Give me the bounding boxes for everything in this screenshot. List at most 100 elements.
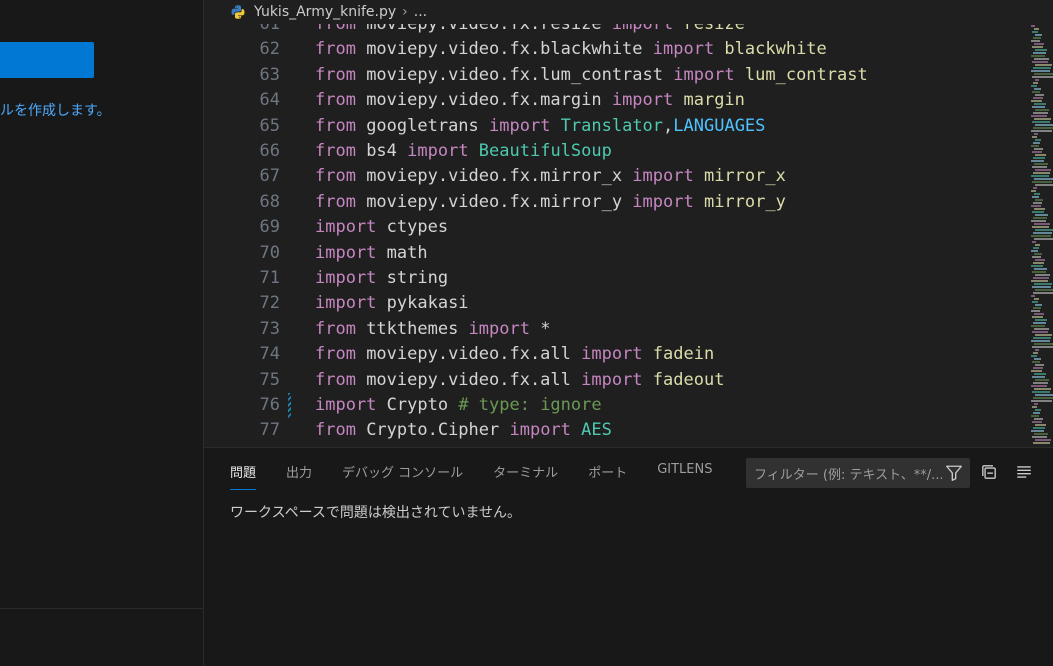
minimap-line <box>1033 277 1049 279</box>
minimap-line <box>1034 163 1048 165</box>
minimap-line <box>1033 52 1046 54</box>
breadcrumb-more[interactable]: ... <box>414 4 427 20</box>
minimap-line <box>1034 253 1042 255</box>
minimap-line <box>1033 127 1053 129</box>
sidebar-primary-button[interactable] <box>0 42 94 78</box>
code-text: from moviepy.video.fx.lum_contrast impor… <box>315 63 868 88</box>
problems-empty-message: ワークスペースで問題は検出されていません。 <box>230 505 522 521</box>
code-line[interactable]: 70 import math <box>204 241 1024 266</box>
minimap-line <box>1032 211 1044 213</box>
minimap-line <box>1032 91 1040 93</box>
code-editor[interactable]: 61 from moviepy.video.fx.resize import re… <box>204 24 1053 447</box>
code-token: moviepy.video.fx.resize <box>355 24 612 34</box>
code-line[interactable]: 64 from moviepy.video.fx.margin import ma… <box>204 88 1024 113</box>
code-token: import <box>581 344 643 365</box>
panel-tab[interactable]: デバッグ コンソール <box>342 462 463 490</box>
code-line[interactable]: 73 from ttkthemes import * <box>204 317 1024 342</box>
code-token: * <box>529 318 551 339</box>
code-token: from <box>315 369 356 390</box>
code-line[interactable]: 68 from moviepy.video.fx.mirror_y import … <box>204 190 1024 215</box>
code-line[interactable]: 62 from moviepy.video.fx.blackwhite impor… <box>204 37 1024 62</box>
code-token: pykakasi <box>376 293 469 314</box>
minimap-line <box>1033 247 1039 249</box>
minimap-line <box>1034 88 1041 90</box>
code-token: bs4 <box>355 141 408 161</box>
code-token: import <box>315 395 377 415</box>
code-token: fadein <box>642 344 715 365</box>
minimap-line <box>1034 298 1039 300</box>
minimap[interactable] <box>1031 24 1053 447</box>
minimap-line <box>1032 31 1038 33</box>
minimap-line <box>1034 118 1051 120</box>
code-line[interactable]: 72 import pykakasi <box>204 291 1024 316</box>
code-line[interactable]: 63 from moviepy.video.fx.lum_contrast imp… <box>204 63 1024 88</box>
minimap-line <box>1035 259 1045 261</box>
code-text: from moviepy.video.fx.margin import marg… <box>315 88 745 113</box>
problems-filter-input[interactable]: フィルター (例: テキスト、**/... <box>746 458 970 488</box>
code-line[interactable]: 71 import string <box>204 266 1024 291</box>
minimap-line <box>1032 301 1038 303</box>
minimap-line <box>1035 349 1039 351</box>
code-line[interactable]: 74 from moviepy.video.fx.all import fadei… <box>204 342 1024 367</box>
code-token: googletrans <box>355 115 490 136</box>
code-token: , <box>663 115 674 136</box>
minimap-line <box>1035 49 1047 51</box>
minimap-line <box>1033 232 1052 234</box>
code-text: import ctypes <box>315 215 448 240</box>
code-line[interactable]: 76 import Crypto # type: ignore <box>204 393 1024 418</box>
minimap-line <box>1032 106 1045 108</box>
code-text: from moviepy.video.fx.mirror_x import mi… <box>315 164 786 189</box>
code-token: from <box>315 318 356 339</box>
minimap-line <box>1032 376 1045 378</box>
minimap-line <box>1034 328 1049 330</box>
code-token: import <box>673 64 735 85</box>
minimap-line <box>1035 409 1041 411</box>
code-token: from <box>315 141 356 161</box>
minimap-line <box>1032 406 1037 408</box>
code-token: moviepy.video.fx.all <box>355 369 582 390</box>
code-line[interactable]: 69 import ctypes <box>204 215 1024 240</box>
minimap-line <box>1035 289 1053 291</box>
minimap-line <box>1035 214 1048 216</box>
code-token: from <box>315 64 356 85</box>
panel-tab[interactable]: ポート <box>588 462 627 490</box>
funnel-icon[interactable] <box>942 461 966 485</box>
code-line[interactable]: 61 from moviepy.video.fx.resize import re… <box>204 24 1024 37</box>
minimap-line <box>1034 433 1048 435</box>
minimap-line <box>1035 334 1052 336</box>
minimap-line <box>1031 100 1042 102</box>
editor-scrollbar[interactable] <box>1024 24 1031 447</box>
minimap-line <box>1035 64 1052 66</box>
minimap-line <box>1033 412 1040 414</box>
line-number: 61 <box>259 24 280 34</box>
sidebar-hint-link[interactable]: ルを作成します。 <box>0 100 111 120</box>
panel-tab[interactable]: ターミナル <box>493 462 558 490</box>
panel-tabs: 問題 出力 デバッグ コンソール ターミナル ポート GITLENS <box>230 462 743 490</box>
modified-gutter-marker[interactable] <box>288 393 291 418</box>
python-icon <box>230 4 246 20</box>
code-line[interactable]: 67 from moviepy.video.fx.mirror_x import … <box>204 164 1024 189</box>
minimap-line <box>1035 199 1043 201</box>
code-line[interactable]: 77 from Crypto.Cipher import AES <box>204 418 1024 443</box>
line-number: 66 <box>259 141 280 161</box>
minimap-line <box>1031 40 1040 42</box>
word-wrap-icon[interactable] <box>1014 462 1034 482</box>
minimap-line <box>1032 181 1052 183</box>
minimap-line <box>1031 250 1038 252</box>
panel-tab[interactable]: 問題 <box>230 462 257 490</box>
code-line[interactable]: 75 from moviepy.video.fx.all import fadeo… <box>204 368 1024 393</box>
minimap-line <box>1031 295 1035 297</box>
collapse-all-icon[interactable] <box>979 462 999 482</box>
code-line[interactable]: 65 from googletrans import Translator,LAN… <box>204 114 1024 139</box>
breadcrumb-file[interactable]: Yukis_Army_knife.py <box>254 4 396 20</box>
minimap-line <box>1033 427 1045 429</box>
minimap-line <box>1031 370 1042 372</box>
minimap-line <box>1032 286 1051 288</box>
minimap-line <box>1035 124 1053 126</box>
minimap-line <box>1031 25 1035 27</box>
panel-tab[interactable]: GITLENS <box>657 462 712 490</box>
line-number: 75 <box>259 369 280 390</box>
code-line[interactable]: 66 from bs4 import BeautifulSoup <box>204 139 1024 164</box>
panel-tab[interactable]: 出力 <box>286 462 312 490</box>
minimap-line <box>1032 76 1053 78</box>
